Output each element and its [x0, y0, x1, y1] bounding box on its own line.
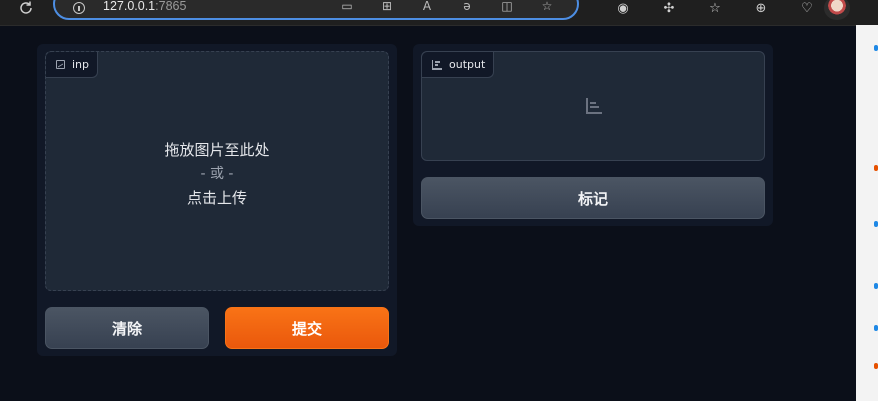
- clear-button[interactable]: 清除: [45, 307, 209, 349]
- drop-text: 拖放图片至此处: [164, 141, 270, 159]
- url-host: 127.0.0.1: [103, 0, 156, 13]
- favorites-icon[interactable]: ☆: [692, 0, 738, 19]
- flag-button[interactable]: 标记: [421, 177, 765, 219]
- chart-placeholder-icon: [586, 98, 602, 114]
- collections-icon[interactable]: ⊕: [738, 0, 784, 19]
- upload-instructions: 拖放图片至此处 - 或 - 点击上传: [46, 138, 388, 210]
- translate-icon[interactable]: ə: [447, 0, 487, 12]
- address-bar[interactable]: 127.0.0.1:7865 ▭ ⊞ A ə ◫ ☆: [53, 0, 579, 20]
- input-label-text: inp: [72, 58, 90, 71]
- side-panel-strip: [856, 25, 878, 401]
- profile-avatar[interactable]: [824, 0, 850, 20]
- browser-toolbar: 127.0.0.1:7865 ▭ ⊞ A ə ◫ ☆ ◉ ✣ ☆ ⊕ ♡: [0, 0, 878, 26]
- url-text: 127.0.0.1:7865: [103, 0, 186, 13]
- sidebar-dot: [874, 45, 878, 51]
- grid-icon[interactable]: ⊞: [367, 0, 407, 12]
- puzzle-icon[interactable]: ✣: [646, 0, 692, 19]
- output-display: output: [421, 51, 765, 161]
- sidebar-dot: [874, 363, 878, 369]
- sidebar-dot: [874, 221, 878, 227]
- reload-icon[interactable]: [16, 0, 36, 19]
- heart-pulse-icon[interactable]: ♡: [784, 0, 830, 19]
- output-label-text: output: [449, 58, 486, 71]
- submit-button[interactable]: 提交: [225, 307, 389, 349]
- sidebar-dot: [874, 325, 878, 331]
- image-upload-dropzone[interactable]: inp 拖放图片至此处 - 或 - 点击上传: [45, 51, 389, 291]
- url-port: :7865: [155, 0, 187, 13]
- click-upload-text: 点击上传: [186, 189, 247, 207]
- image-icon: [56, 60, 65, 69]
- sidebar-dot: [874, 165, 878, 171]
- app-install-icon[interactable]: ▭: [327, 0, 367, 12]
- input-label: inp: [46, 52, 99, 78]
- output-label: output: [422, 52, 495, 78]
- split-screen-icon[interactable]: ◫: [487, 0, 527, 12]
- info-icon[interactable]: [73, 2, 85, 14]
- favorite-star-icon[interactable]: ☆: [527, 0, 567, 12]
- read-aloud-icon[interactable]: A: [407, 0, 447, 12]
- sidebar-dot: [874, 283, 878, 289]
- or-text: - 或 -: [200, 166, 234, 182]
- bar-chart-icon: [432, 59, 442, 70]
- extension-icon[interactable]: ◉: [600, 0, 646, 19]
